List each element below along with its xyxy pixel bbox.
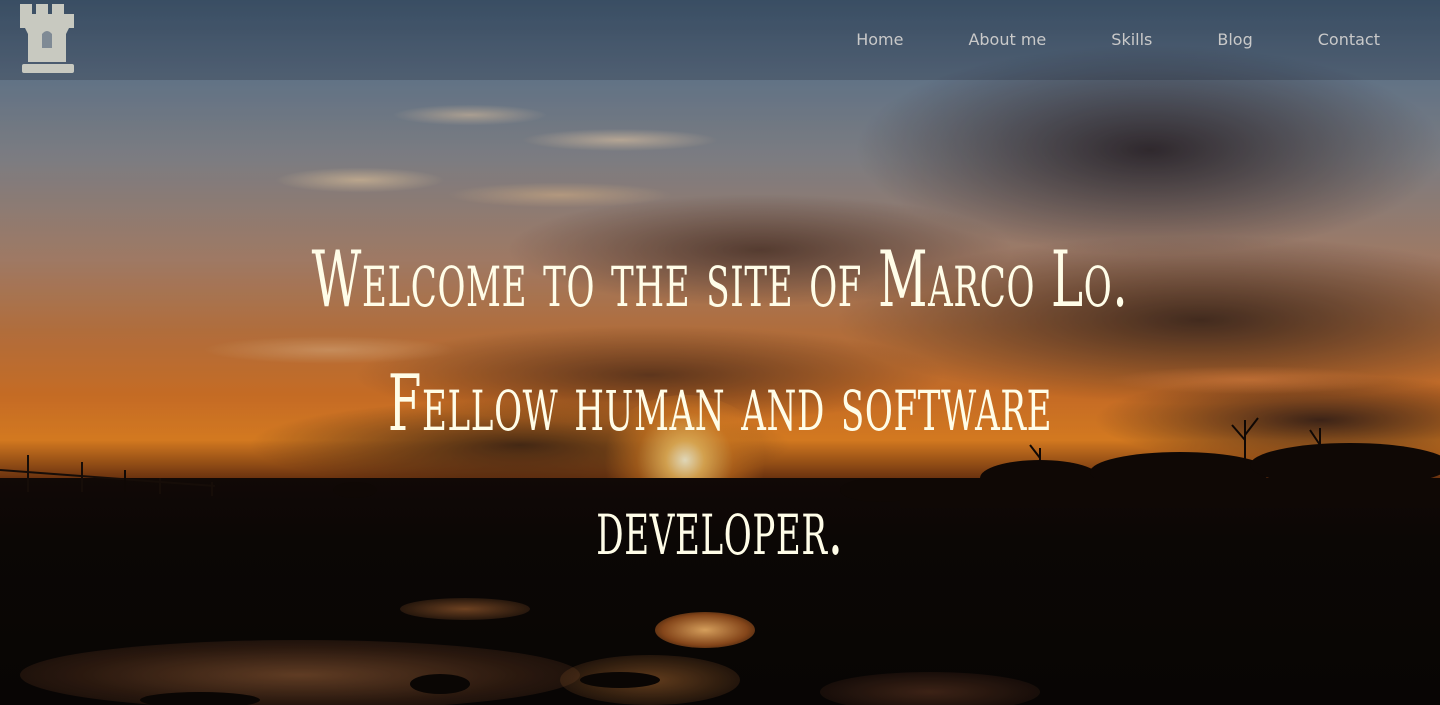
hero-section: Welcome to the site of Marco Lo. Fellow … (0, 218, 1440, 590)
castle-tower-icon[interactable] (20, 4, 76, 74)
nav-blog-link[interactable]: Blog (1217, 28, 1252, 52)
page: Home About me Skills Blog Contact Welcom… (0, 0, 1440, 705)
nav-home-link[interactable]: Home (856, 28, 903, 52)
nav-about-link[interactable]: About me (968, 28, 1046, 52)
hero-heading: Welcome to the site of Marco Lo. Fellow … (280, 218, 1160, 590)
hero-line-welcome: Welcome to the site of Marco Lo. (311, 235, 1129, 325)
nav-links: Home About me Skills Blog Contact (856, 28, 1380, 52)
hero-line-developer: developer. (596, 483, 844, 573)
nav-skills-link[interactable]: Skills (1111, 28, 1152, 52)
top-navbar: Home About me Skills Blog Contact (0, 0, 1440, 80)
hero-line-fellow: Fellow human and software (387, 359, 1053, 449)
nav-contact-link[interactable]: Contact (1318, 28, 1380, 52)
